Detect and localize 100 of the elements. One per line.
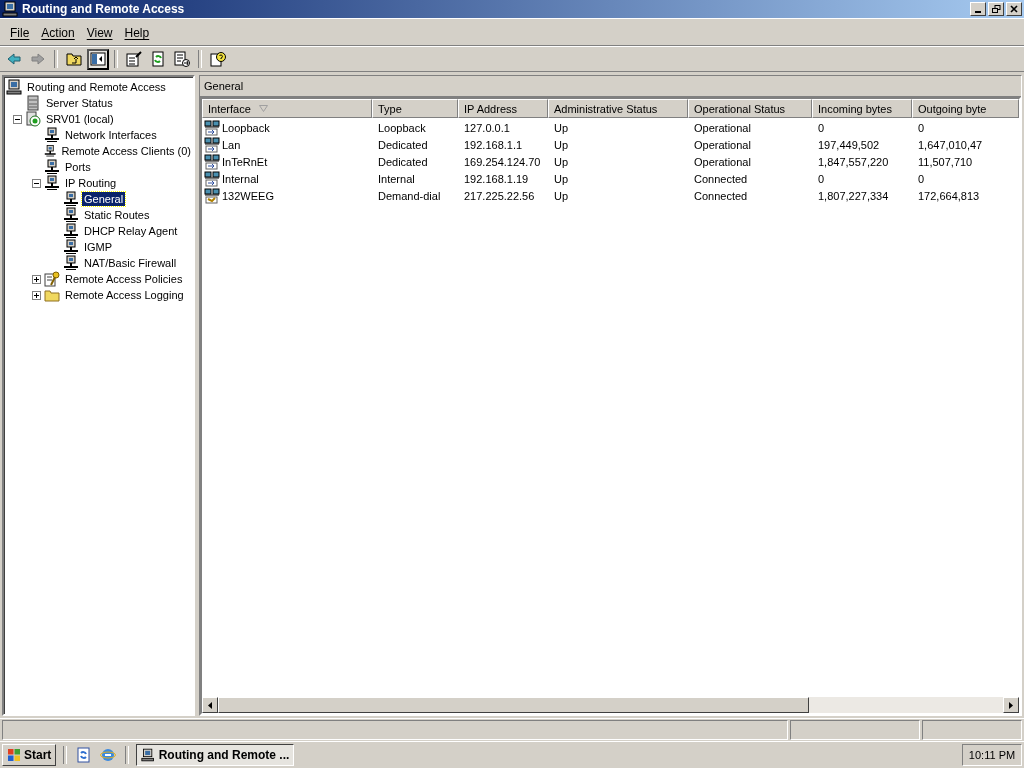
tree-item[interactable]: Routing and Remote Access <box>25 80 168 94</box>
table-cell-text: 169.254.124.70 <box>463 154 542 170</box>
table-cell-text: Up <box>553 188 570 204</box>
table-cell-text: Operational <box>693 120 752 136</box>
network-icon <box>44 175 60 191</box>
tree-pane-icon <box>90 51 106 67</box>
export-list-icon <box>174 51 190 67</box>
table-cell: InTeRnEt <box>222 155 268 168</box>
tree-item[interactable]: IP Routing <box>63 176 119 190</box>
computer-icon <box>6 79 22 95</box>
table-cell-text: 0 <box>917 171 926 187</box>
table-cell-text: 0 <box>817 120 826 136</box>
expand-icon[interactable] <box>32 274 41 284</box>
server-icon <box>25 95 41 111</box>
sort-icon <box>258 105 268 112</box>
modem-icon <box>204 187 220 204</box>
table-cell-text: 1,647,010,47 <box>917 137 984 153</box>
table-cell: Lan <box>222 138 241 151</box>
column-header[interactable]: Outgoing byte <box>912 99 1019 118</box>
scrollbar-thumb[interactable] <box>218 697 809 713</box>
close-icon <box>1010 5 1018 13</box>
collapse-icon[interactable] <box>13 114 22 124</box>
table-cell-text: Up <box>553 171 570 187</box>
menu-item[interactable]: Help <box>118 24 156 42</box>
table-cell-text: Loopback <box>377 120 427 136</box>
network-icon <box>44 159 60 175</box>
network-card-icon <box>204 153 220 170</box>
minimize-button[interactable] <box>970 2 986 16</box>
column-header[interactable]: Incoming bytes <box>812 99 912 118</box>
server-manager-icon <box>76 747 93 763</box>
tree-item[interactable]: SRV01 (local) <box>44 112 116 126</box>
tree-item[interactable]: Server Status <box>44 96 115 110</box>
table-cell-text: Demand-dial <box>377 188 442 204</box>
tree-item[interactable]: Network Interfaces <box>63 128 159 142</box>
table-cell-text: Up <box>553 137 570 153</box>
restore-button[interactable] <box>988 2 1004 16</box>
table-cell-text: 1,847,557,220 <box>817 154 890 170</box>
menu-item[interactable]: File <box>4 24 36 42</box>
restore-icon <box>991 5 1001 13</box>
close-button[interactable] <box>1006 2 1022 16</box>
tree-item[interactable]: General <box>82 192 126 206</box>
network-icon <box>63 191 79 207</box>
tree-item[interactable]: Remote Access Clients (0) <box>59 144 193 158</box>
tree-item[interactable]: Remote Access Policies <box>63 272 185 286</box>
menu-item[interactable]: View <box>80 24 119 42</box>
table-cell-text: Dedicated <box>377 154 429 170</box>
back-arrow-icon <box>6 51 22 67</box>
panel-title: General <box>204 80 244 92</box>
table-cell-text: 197,449,502 <box>817 137 881 153</box>
computer-icon <box>2 1 18 17</box>
table-cell-text: 192.168.1.19 <box>463 171 530 187</box>
table-cell-text: 217.225.22.56 <box>463 188 536 204</box>
tree-item[interactable]: Ports <box>63 160 93 174</box>
tree-item[interactable]: Remote Access Logging <box>63 288 186 302</box>
table-cell-text: 1,807,227,334 <box>817 188 890 204</box>
table-cell-text: 11,507,710 <box>917 154 974 170</box>
column-header[interactable]: Type <box>372 99 458 118</box>
table-cell-text: 127.0.0.1 <box>463 120 511 136</box>
network-icon <box>63 223 79 239</box>
table-cell-text: Internal <box>377 171 416 187</box>
tree-item[interactable]: Static Routes <box>82 208 152 222</box>
table-cell: Internal <box>222 172 259 185</box>
toolbar-button[interactable] <box>123 48 145 70</box>
table-cell-text: Connected <box>693 188 749 204</box>
network-card-icon <box>204 170 220 187</box>
table-cell: 132WEEG <box>222 189 274 202</box>
computer-icon <box>141 747 155 763</box>
column-header[interactable]: Operational Status <box>688 99 812 118</box>
network-card-icon <box>204 136 220 153</box>
tree-item[interactable]: NAT/Basic Firewall <box>82 256 179 270</box>
refresh-icon <box>150 51 166 67</box>
scroll-left-button[interactable] <box>202 697 218 713</box>
column-header[interactable]: Interface <box>202 99 372 118</box>
tree-item[interactable]: DHCP Relay Agent <box>82 224 180 238</box>
collapse-icon[interactable] <box>32 178 41 188</box>
table-cell-text: Dedicated <box>377 137 429 153</box>
help-icon <box>210 51 226 67</box>
taskbar-button[interactable]: Routing and Remote ... <box>136 744 295 766</box>
expand-icon[interactable] <box>32 290 41 300</box>
table-cell-text: 0 <box>817 171 826 187</box>
table-cell-text: Operational <box>693 137 752 153</box>
toolbar-button[interactable] <box>87 48 109 70</box>
menu-item[interactable]: Action <box>35 24 81 42</box>
table-cell-text: 0 <box>917 120 926 136</box>
scroll-right-button[interactable] <box>1003 697 1019 713</box>
table-cell-text: Operational <box>693 154 752 170</box>
policy-icon <box>44 271 60 287</box>
browser-icon <box>100 747 117 763</box>
network-icon <box>63 255 79 271</box>
right-triangle-icon <box>1009 701 1013 709</box>
toolbar-button[interactable] <box>171 48 193 70</box>
column-header[interactable]: IP Address <box>458 99 548 118</box>
folder-icon <box>44 287 60 303</box>
table-cell-text: 192.168.1.1 <box>463 137 524 153</box>
tree-item[interactable]: IGMP <box>82 240 115 254</box>
network-card-icon <box>204 119 220 136</box>
left-triangle-icon <box>208 701 212 709</box>
column-header[interactable]: Administrative Status <box>548 99 688 118</box>
start-button[interactable]: Start <box>2 744 57 766</box>
table-cell-text: Up <box>553 154 570 170</box>
